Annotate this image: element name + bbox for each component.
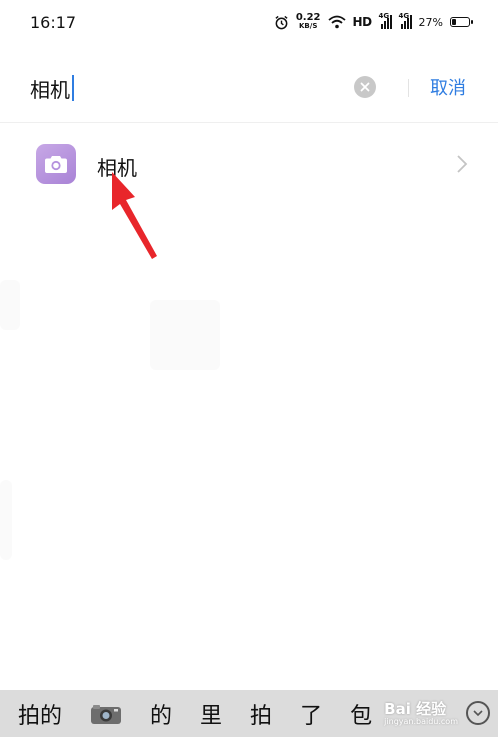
status-time: 16:17: [30, 12, 77, 32]
divider: [0, 122, 498, 123]
annotation-arrow: [112, 172, 157, 259]
wifi-icon: [327, 15, 346, 29]
background-ghost: [0, 480, 12, 560]
candidate-word[interactable]: 了: [300, 698, 322, 730]
signal-icon: 4G: [379, 12, 392, 29]
battery-percent: 27%: [418, 15, 443, 29]
background-ghost: [150, 300, 220, 370]
alarm-icon: [275, 15, 288, 29]
text-cursor: [72, 75, 74, 101]
status-icons: 0.22 KB/S HD 4G 4G 27%: [274, 12, 473, 31]
search-input[interactable]: 相机: [30, 74, 74, 103]
search-result-item[interactable]: 相机: [0, 124, 498, 204]
candidate-word[interactable]: 的: [150, 698, 172, 730]
network-speed: 0.22 KB/S: [295, 12, 321, 31]
candidate-word[interactable]: 包: [350, 698, 372, 730]
chevron-down-icon: [473, 709, 483, 716]
expand-candidates-button[interactable]: [466, 701, 490, 725]
search-query: 相机: [30, 77, 70, 102]
search-bar: 相机 取消: [0, 60, 498, 116]
candidate-word[interactable]: 里: [200, 698, 222, 730]
clear-search-button[interactable]: [354, 76, 376, 98]
battery-icon: [450, 17, 473, 27]
divider: [408, 79, 409, 97]
candidate-word[interactable]: 拍: [250, 698, 272, 730]
camera-emoji-icon: [91, 704, 122, 724]
camera-icon: [45, 156, 67, 173]
cancel-button[interactable]: 取消: [430, 74, 466, 100]
candidate-word[interactable]: 拍的: [18, 698, 62, 730]
camera-app-icon: [36, 144, 76, 184]
chevron-right-icon: [457, 155, 468, 173]
candidate-emoji[interactable]: [90, 703, 122, 725]
hd-label: HD: [352, 15, 373, 29]
watermark: Bai 经验 jingyan.baidu.com: [384, 699, 458, 726]
background-ghost: [0, 280, 20, 330]
keyboard-candidate-bar: 拍的 的 里 拍 了 包 Bai 经验 jingyan.baidu.com: [0, 690, 498, 737]
signal-icon: 4G: [399, 12, 412, 29]
status-bar: 16:17 0.22 KB/S HD 4G 4G 27%: [0, 0, 498, 44]
close-icon: [360, 82, 370, 92]
